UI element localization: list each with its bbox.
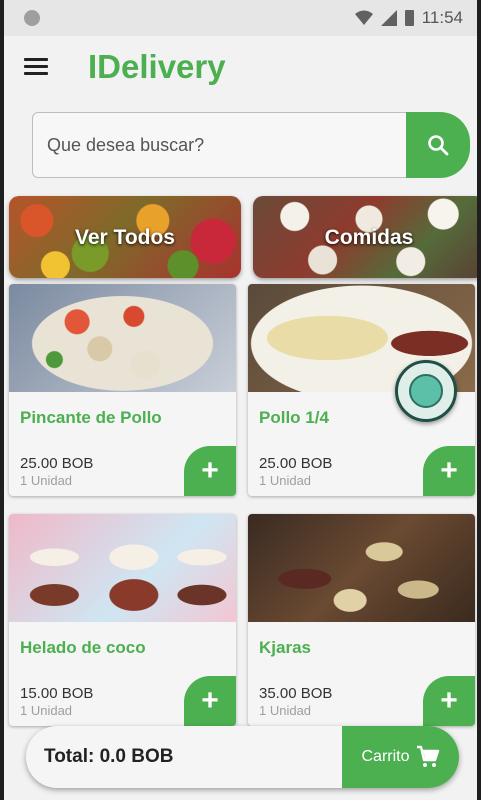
product-image bbox=[248, 514, 475, 622]
category-ver-todos[interactable]: Ver Todos bbox=[9, 196, 241, 278]
product-unit: 1 Unidad bbox=[259, 703, 312, 718]
status-bar: 11:54 bbox=[4, 0, 477, 36]
product-unit: 1 Unidad bbox=[20, 703, 73, 718]
add-to-cart-button[interactable]: + bbox=[184, 446, 236, 496]
product-name: Pollo 1/4 bbox=[259, 408, 329, 427]
product-unit: 1 Unidad bbox=[20, 473, 73, 488]
add-to-cart-button[interactable]: + bbox=[184, 676, 236, 726]
search-bar bbox=[32, 112, 470, 178]
cart-button-label: Carrito bbox=[361, 748, 410, 765]
search-input[interactable] bbox=[32, 112, 408, 178]
app-title: IDelivery bbox=[88, 48, 226, 85]
cart-icon bbox=[416, 745, 439, 767]
status-time: 11:54 bbox=[421, 8, 463, 27]
app-screen: IDelivery Ver Todos Comidas Pincante de … bbox=[4, 36, 477, 800]
cart-total: Total: 0.0 BOB bbox=[44, 746, 174, 767]
cart-bar: Total: 0.0 BOB Carrito bbox=[26, 726, 459, 788]
menu-icon[interactable] bbox=[24, 58, 48, 78]
battery-icon bbox=[404, 10, 414, 26]
cart-button[interactable]: Carrito bbox=[342, 726, 459, 788]
category-comidas[interactable]: Comidas bbox=[253, 196, 477, 278]
floating-touch-button[interactable] bbox=[395, 360, 457, 422]
signal-icon bbox=[380, 10, 397, 26]
product-card[interactable]: Pincante de Pollo 25.00 BOB 1 Unidad + bbox=[9, 284, 236, 496]
floating-touch-icon bbox=[409, 374, 443, 408]
category-label: Comidas bbox=[324, 226, 414, 249]
product-price: 25.00 BOB bbox=[20, 455, 94, 472]
product-image bbox=[9, 514, 236, 622]
product-card[interactable]: Helado de coco 15.00 BOB 1 Unidad + bbox=[9, 514, 236, 726]
product-price: 25.00 BOB bbox=[259, 455, 333, 472]
app-header: IDelivery bbox=[4, 36, 477, 106]
product-price: 15.00 BOB bbox=[20, 685, 94, 702]
product-name: Pincante de Pollo bbox=[20, 408, 162, 427]
search-icon bbox=[428, 135, 449, 156]
product-price: 35.00 BOB bbox=[259, 685, 333, 702]
product-name: Kjaras bbox=[259, 638, 311, 657]
product-image bbox=[9, 284, 236, 392]
category-label: Ver Todos bbox=[75, 226, 175, 249]
search-button[interactable] bbox=[406, 112, 470, 178]
notification-dot-icon bbox=[24, 10, 40, 26]
wifi-icon bbox=[354, 10, 373, 25]
product-unit: 1 Unidad bbox=[259, 473, 312, 488]
product-name: Helado de coco bbox=[20, 638, 146, 657]
product-card[interactable]: Kjaras 35.00 BOB 1 Unidad + bbox=[248, 514, 475, 726]
add-to-cart-button[interactable]: + bbox=[423, 676, 475, 726]
add-to-cart-button[interactable]: + bbox=[423, 446, 475, 496]
